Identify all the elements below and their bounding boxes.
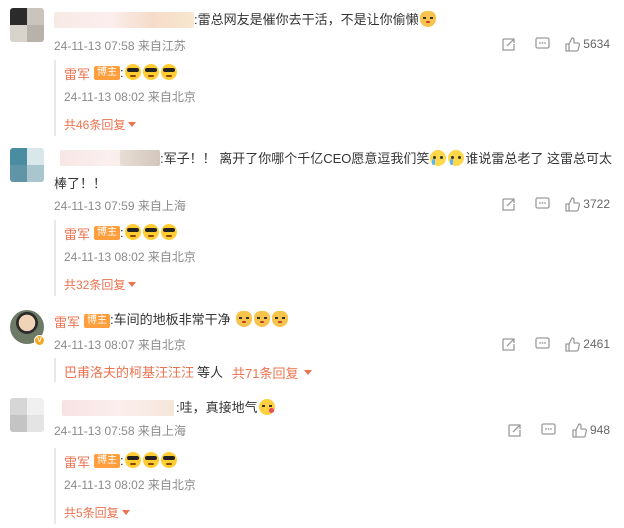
comment-item: V 雷军 博主 :车间的地板非常干净 24-11-13 08:07 来自北京 2… [0,302,624,388]
author-badge: 博主 [94,66,120,80]
comment-text: :车间的地板非常干净 [110,310,289,330]
sunglasses-emoji [124,452,141,468]
blurred-username[interactable] [54,12,194,28]
caret-down-icon [128,282,137,287]
like-button[interactable]: 2461 [565,336,610,352]
like-count: 5634 [583,37,610,51]
comment-actions: 2461 [491,336,610,352]
sunglasses-emoji [160,224,177,240]
sunglasses-emoji [124,224,141,240]
comment-item: :军子！！ 离开了你哪个千亿CEO愿意逗我们笑 谁说雷总老了 这雷总可太 棒了！！… [0,140,624,300]
more-replies-link[interactable]: 共32条回复 [64,276,137,293]
reply-text: : [120,224,178,240]
sunglasses-emoji [160,64,177,80]
thumbs-up-icon [572,422,587,438]
crying-emoji [448,150,465,166]
thumbs-up-icon [565,196,581,212]
sunglasses-emoji [142,224,159,240]
comment-icon[interactable] [532,422,566,438]
reply-text: : [120,452,178,468]
forward-icon[interactable] [491,196,525,212]
reply-meta: 24-11-13 08:02 来自北京 [64,478,196,492]
more-replies-link[interactable]: 共5条回复 [64,504,130,521]
more-replies-link[interactable]: 共46条回复 [64,116,137,133]
forward-icon[interactable] [498,422,532,438]
cat-emoji [235,311,252,327]
cat-emoji [253,311,270,327]
comment-text: :哇，真接地气 [176,398,276,418]
comment-item: :哇，真接地气 24-11-13 07:58 来自上海 948 雷军 博主 : … [0,390,624,528]
crying-emoji [430,150,447,166]
cat-emoji [271,311,288,327]
reply-divider [54,358,56,382]
reply-meta: 24-11-13 08:02 来自北京 [64,90,196,104]
comment-meta: 24-11-13 07:58 来自江苏 [54,39,186,53]
reply-username[interactable]: 雷军 [64,452,90,471]
reply-block: 雷军 博主 : 24-11-13 08:02 来自北京 共46条回复 [54,60,614,136]
sunglasses-emoji [142,452,159,468]
comment-username[interactable]: 雷军 [54,312,80,331]
like-count: 3722 [583,197,610,211]
more-replies-link[interactable]: 共71条回复 [232,363,313,382]
sunglasses-emoji [142,64,159,80]
forward-icon[interactable] [491,36,525,52]
thumbs-up-icon [565,336,581,352]
reply-block: 雷军 博主 : 24-11-13 08:02 来自北京 共5条回复 [54,448,614,524]
like-count: 2461 [583,337,610,351]
caret-down-icon [128,122,137,127]
comment-icon[interactable] [525,36,559,52]
reply-username[interactable]: 雷军 [64,224,90,243]
reply-text: : [120,64,178,80]
kiss-emoji [258,399,275,415]
like-button[interactable]: 3722 [565,196,610,212]
comment-meta: 24-11-13 07:58 来自上海 [54,424,186,438]
avatar[interactable] [10,148,44,182]
comment-text-line: 棒了！！ [54,176,107,191]
reply-divider [54,220,56,296]
reply-username[interactable]: 雷军 [64,64,90,83]
blurred-username [120,150,160,166]
comment-icon[interactable] [525,196,559,212]
comment-text: :雷总网友是催你去干活，不是让你偷懒 [194,10,437,30]
caret-down-icon [121,510,130,515]
comment-actions: 948 [498,422,610,438]
cat-emoji [419,11,436,27]
comment-actions: 5634 [491,36,610,52]
reply-block: 雷军 博主 : 24-11-13 08:02 来自北京 共32条回复 [54,220,614,296]
reply-username[interactable]: 巴甫洛夫的柯基汪汪汪 [64,362,194,381]
blurred-username[interactable] [62,400,174,416]
like-button[interactable]: 5634 [565,36,610,52]
verified-badge: V [34,335,45,346]
thumbs-up-icon [565,36,581,52]
avatar[interactable] [10,8,44,42]
reply-divider [54,60,56,136]
sunglasses-emoji [160,452,177,468]
author-badge: 博主 [84,314,110,328]
forward-icon[interactable] [491,336,525,352]
like-button[interactable]: 948 [572,422,610,438]
comment-meta: 24-11-13 08:07 来自北京 [54,338,186,352]
sunglasses-emoji [124,64,141,80]
comment-item: :雷总网友是催你去干活，不是让你偷懒 24-11-13 07:58 来自江苏 5… [0,0,624,140]
like-count: 948 [589,423,610,437]
comment-actions: 3722 [491,196,610,212]
reply-block: 巴甫洛夫的柯基汪汪汪 等人 共71条回复 [54,358,614,382]
reply-meta: 24-11-13 08:02 来自北京 [64,250,196,264]
reply-divider [54,448,56,524]
reply-text: 等人 [197,365,224,380]
author-badge: 博主 [94,454,120,468]
caret-down-icon [304,370,313,375]
avatar[interactable] [10,398,44,432]
comment-text: :军子！！ 离开了你哪个千亿CEO愿意逗我们笑 谁说雷总老了 这雷总可太 [160,150,613,166]
author-badge: 博主 [94,226,120,240]
comment-icon[interactable] [525,336,559,352]
comment-meta: 24-11-13 07:59 来自上海 [54,199,186,213]
